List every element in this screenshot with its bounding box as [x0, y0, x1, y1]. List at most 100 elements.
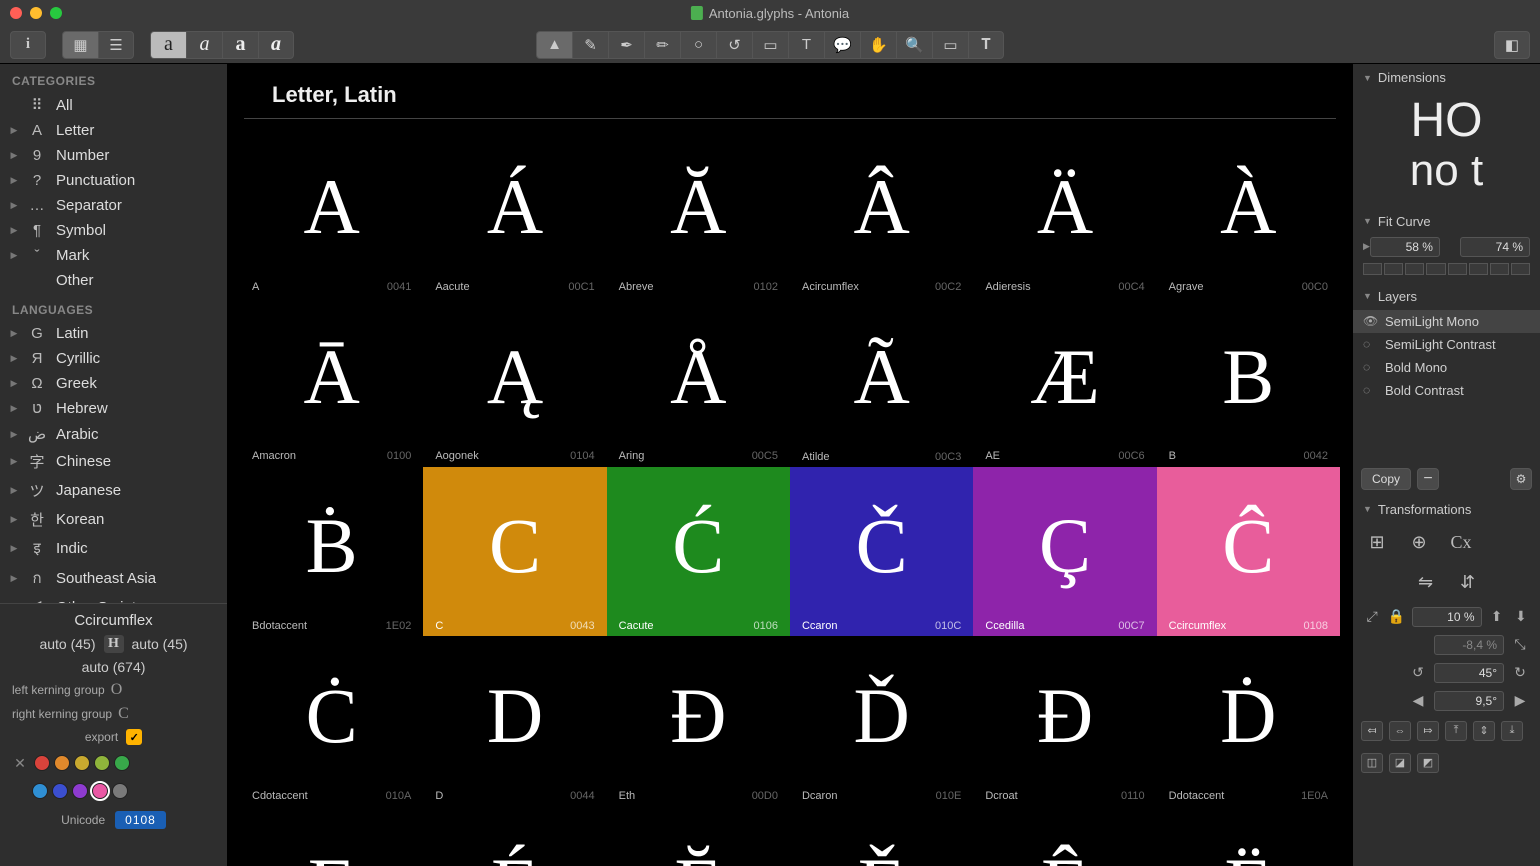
scale2-apply-icon[interactable]: ⤡ [1510, 635, 1530, 655]
chevron-right-icon[interactable]: ▶ [1363, 241, 1370, 252]
fit-curve-steps[interactable] [1353, 259, 1540, 283]
bool-subtract-button[interactable]: ◪ [1389, 753, 1411, 773]
language-item[interactable]: ▶इIndic [0, 534, 227, 562]
glyph-cell[interactable]: Â Acircumflex00C2 [790, 127, 973, 297]
clear-color-icon[interactable]: ✕ [10, 753, 30, 773]
language-item[interactable]: ▶GLatin [0, 321, 227, 346]
align-left-button[interactable]: ⤆ [1361, 721, 1383, 741]
glyph-cell[interactable]: À Agrave00C0 [1157, 127, 1340, 297]
view-list-button[interactable]: ☰ [98, 31, 134, 59]
glyph-cell[interactable]: Å Aring00C5 [607, 297, 790, 467]
glyph-cell[interactable]: C C0043 [423, 467, 606, 637]
align-center-v-button[interactable]: ⇕ [1473, 721, 1495, 741]
slant-left-icon[interactable]: ◀ [1408, 691, 1428, 711]
eye-icon[interactable]: ◌ [1363, 360, 1377, 374]
language-item[interactable]: ▶ЯCyrillic [0, 346, 227, 371]
glyph-cell[interactable]: Ã Atilde00C3 [790, 297, 973, 467]
left-kern-value[interactable]: O [111, 681, 123, 699]
category-item[interactable]: ▶ˇMark [0, 243, 227, 268]
rect-tool[interactable]: ▭ [752, 31, 788, 59]
cap-height-icon[interactable]: Cx [1447, 529, 1475, 557]
color-swatch[interactable] [74, 755, 90, 771]
glyph-cell[interactable]: D D0044 [423, 636, 606, 806]
glyph-cell[interactable]: É Eacute00C9 [423, 806, 606, 866]
color-swatch[interactable] [32, 783, 48, 799]
angle-field[interactable]: 45° [1434, 663, 1504, 683]
glyph-cell[interactable]: Ď Dcaron010E [790, 636, 973, 806]
slant-right-icon[interactable]: ▶ [1510, 691, 1530, 711]
center-icon[interactable]: ⊕ [1405, 529, 1433, 557]
language-item[interactable]: ▶字Chinese [0, 447, 227, 476]
copy-layer-button[interactable]: Copy [1361, 468, 1411, 490]
eye-icon[interactable]: ◌ [1363, 337, 1377, 351]
eye-icon[interactable]: ◌ [1363, 383, 1377, 397]
glyph-cell[interactable]: Č Ccaron010C [790, 467, 973, 637]
color-swatch[interactable] [54, 755, 70, 771]
close-icon[interactable] [10, 7, 22, 19]
glyph-cell[interactable]: Ć Cacute0106 [607, 467, 790, 637]
category-item[interactable]: ▶¶Symbol [0, 218, 227, 243]
glyph-cell[interactable]: Ð Eth00D0 [607, 636, 790, 806]
annotate-tool[interactable]: 💬 [824, 31, 860, 59]
glyph-cell[interactable]: Ą Aogonek0104 [423, 297, 606, 467]
rotate-ccw-icon[interactable]: ↺ [1408, 663, 1428, 683]
fit-low-field[interactable]: 58 % [1370, 237, 1440, 257]
category-item[interactable]: ▶9Number [0, 143, 227, 168]
language-item[interactable]: ▶กSoutheast Asia [0, 562, 227, 594]
left-sidebearing[interactable]: auto (45) [39, 636, 95, 652]
glyph-cell[interactable]: Ă Abreve0102 [607, 127, 790, 297]
flip-v-icon[interactable]: ⇵ [1454, 569, 1482, 597]
layer-item[interactable]: ◌Bold Mono [1353, 356, 1540, 379]
color-swatch[interactable] [52, 783, 68, 799]
glyph-grid-view[interactable]: Letter, Latin A A0041Á Aacute00C1Ă Abrev… [228, 64, 1352, 866]
glyph-cell[interactable]: Ê Ecircumflex00CA [973, 806, 1156, 866]
category-item[interactable]: Other [0, 268, 227, 293]
export-checkbox[interactable]: ✓ [126, 729, 142, 745]
zoom-icon[interactable] [50, 7, 62, 19]
pen-tool[interactable]: ✒ [608, 31, 644, 59]
measure-tool[interactable]: ▭ [932, 31, 968, 59]
language-item[interactable]: ▶ΩGreek [0, 371, 227, 396]
language-item[interactable]: ▶ᐊOther Scripts [0, 594, 227, 604]
glyph-cell[interactable]: A A0041 [240, 127, 423, 297]
glyph-cell[interactable]: Ç Ccedilla00C7 [973, 467, 1156, 637]
category-item[interactable]: ⠿All [0, 92, 227, 118]
chevron-down-icon[interactable]: ▼ [1363, 291, 1372, 301]
glyph-cell[interactable]: Ċ Cdotaccent010A [240, 636, 423, 806]
scale-up-icon[interactable]: ⬆ [1488, 607, 1506, 627]
master-2-button[interactable]: a [186, 31, 222, 59]
glyph-cell[interactable]: Æ AE00C6 [973, 297, 1156, 467]
glyph-cell[interactable]: Á Aacute00C1 [423, 127, 606, 297]
rotate-tool[interactable]: ↺ [716, 31, 752, 59]
glyph-cell[interactable]: Ĉ Ccircumflex0108 [1157, 467, 1340, 637]
language-item[interactable]: ▶ツJapanese [0, 476, 227, 505]
glyph-cell[interactable]: Ĕ Ebreve0114 [607, 806, 790, 866]
unicode-field[interactable]: 0108 [115, 811, 166, 829]
color-swatch[interactable] [94, 755, 110, 771]
circle-tool[interactable]: ○ [680, 31, 716, 59]
glyph-cell[interactable]: B B0042 [1157, 297, 1340, 467]
glyph-width[interactable]: auto (674) [82, 659, 146, 675]
glyph-cell[interactable]: Ë Edieresis00CB [1157, 806, 1340, 866]
glyph-cell[interactable]: Ḋ Ddotaccent1E0A [1157, 636, 1340, 806]
panel-toggle-button[interactable]: ◧ [1494, 31, 1530, 59]
layer-item[interactable]: ◌SemiLight Contrast [1353, 333, 1540, 356]
minimize-icon[interactable] [30, 7, 42, 19]
master-3-button[interactable]: a [222, 31, 258, 59]
layer-options-button[interactable]: ⚙ [1510, 468, 1532, 490]
color-swatch[interactable] [112, 783, 128, 799]
layer-item[interactable]: ◌Bold Contrast [1353, 379, 1540, 402]
fit-high-field[interactable]: 74 % [1460, 237, 1530, 257]
pencil-tool[interactable]: ✏ [644, 31, 680, 59]
scale-field[interactable]: 10 % [1412, 607, 1482, 627]
chevron-down-icon[interactable]: ▼ [1363, 216, 1372, 226]
text-tool[interactable]: T [788, 31, 824, 59]
align-center-h-button[interactable]: ⇔ [1389, 721, 1411, 741]
lock-icon[interactable]: 🔒 [1387, 607, 1405, 627]
master-1-button[interactable]: a [150, 31, 186, 59]
remove-layer-button[interactable]: − [1417, 468, 1439, 490]
flip-h-icon[interactable]: ⇋ [1412, 569, 1440, 597]
glyph-cell[interactable]: Ā Amacron0100 [240, 297, 423, 467]
bool-union-button[interactable]: ◫ [1361, 753, 1383, 773]
zoom-tool[interactable]: 🔍 [896, 31, 932, 59]
